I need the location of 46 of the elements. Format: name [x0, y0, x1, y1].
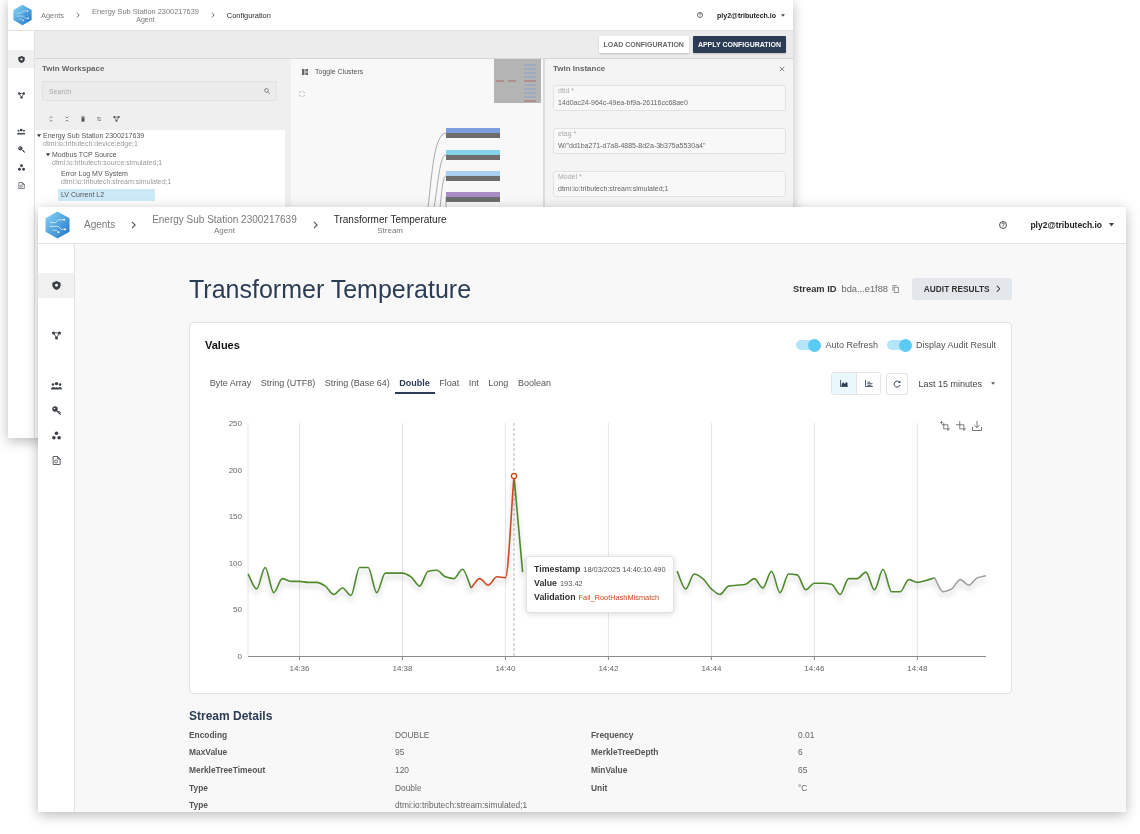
axis-label: 14:38: [392, 664, 413, 673]
detail-label: Encoding: [189, 729, 228, 740]
detail-value: Double: [395, 782, 422, 793]
toggle-label: Display Audit Result: [915, 340, 996, 350]
axis-label: 100: [228, 558, 242, 568]
card-title: Values: [205, 339, 240, 351]
detail-value: dtmi:io:tributech:stream:simulated;1: [395, 800, 528, 811]
axis-label: 200: [228, 465, 242, 475]
detail-value: 95: [395, 747, 405, 758]
axis-label: 14:40: [495, 664, 516, 673]
tooltip-label: Validation: [534, 592, 576, 603]
toggle-label: Auto Refresh: [825, 340, 878, 350]
detail-value: 65: [798, 765, 808, 775]
detail-value: 120: [395, 765, 409, 775]
breadcrumb-caption: Agent: [213, 226, 235, 236]
detail-value: DOUBLE: [395, 729, 430, 740]
detail-label: MinValue: [591, 765, 628, 775]
axis-label: 14:42: [598, 664, 619, 673]
axis-label: 14:46: [804, 664, 825, 673]
axis-label: 250: [228, 419, 242, 428]
panel-title: Twin Instance: [553, 64, 606, 74]
detail-label: MerkleTreeTimeout: [189, 765, 266, 775]
axis-label: 0: [237, 652, 242, 661]
stream-id-label: Stream ID: [793, 284, 837, 294]
axis-label: 50: [233, 605, 242, 615]
detail-label: Type: [189, 782, 208, 793]
detail-label: Unit: [591, 782, 608, 793]
detail-value: 0.01: [798, 729, 815, 740]
panel-title: Twin Workspace: [41, 64, 105, 74]
axis-label: 150: [228, 512, 242, 522]
detail-value: °C: [798, 782, 808, 793]
section-title: Stream Details: [189, 709, 273, 724]
axis-label: 14:48: [907, 664, 928, 673]
detail-label: MaxValue: [189, 747, 228, 758]
tooltip-label: Value: [534, 578, 557, 589]
detail-value: 6: [798, 747, 803, 758]
axis-label: 14:36: [289, 664, 310, 673]
stream-id-value: bda...e1f88: [841, 284, 888, 294]
tooltip-label: Timestamp: [534, 564, 581, 575]
detail-label: MerkleTreeDepth: [591, 747, 659, 758]
detail-label: Type: [189, 800, 208, 811]
page-title: Transformer Temperature: [189, 274, 472, 304]
breadcrumb-caption: Stream: [377, 226, 403, 236]
breadcrumb-current: Transformer Temperature: [333, 214, 447, 226]
detail-label: Frequency: [591, 729, 634, 740]
axis-label: 14:44: [701, 664, 722, 673]
